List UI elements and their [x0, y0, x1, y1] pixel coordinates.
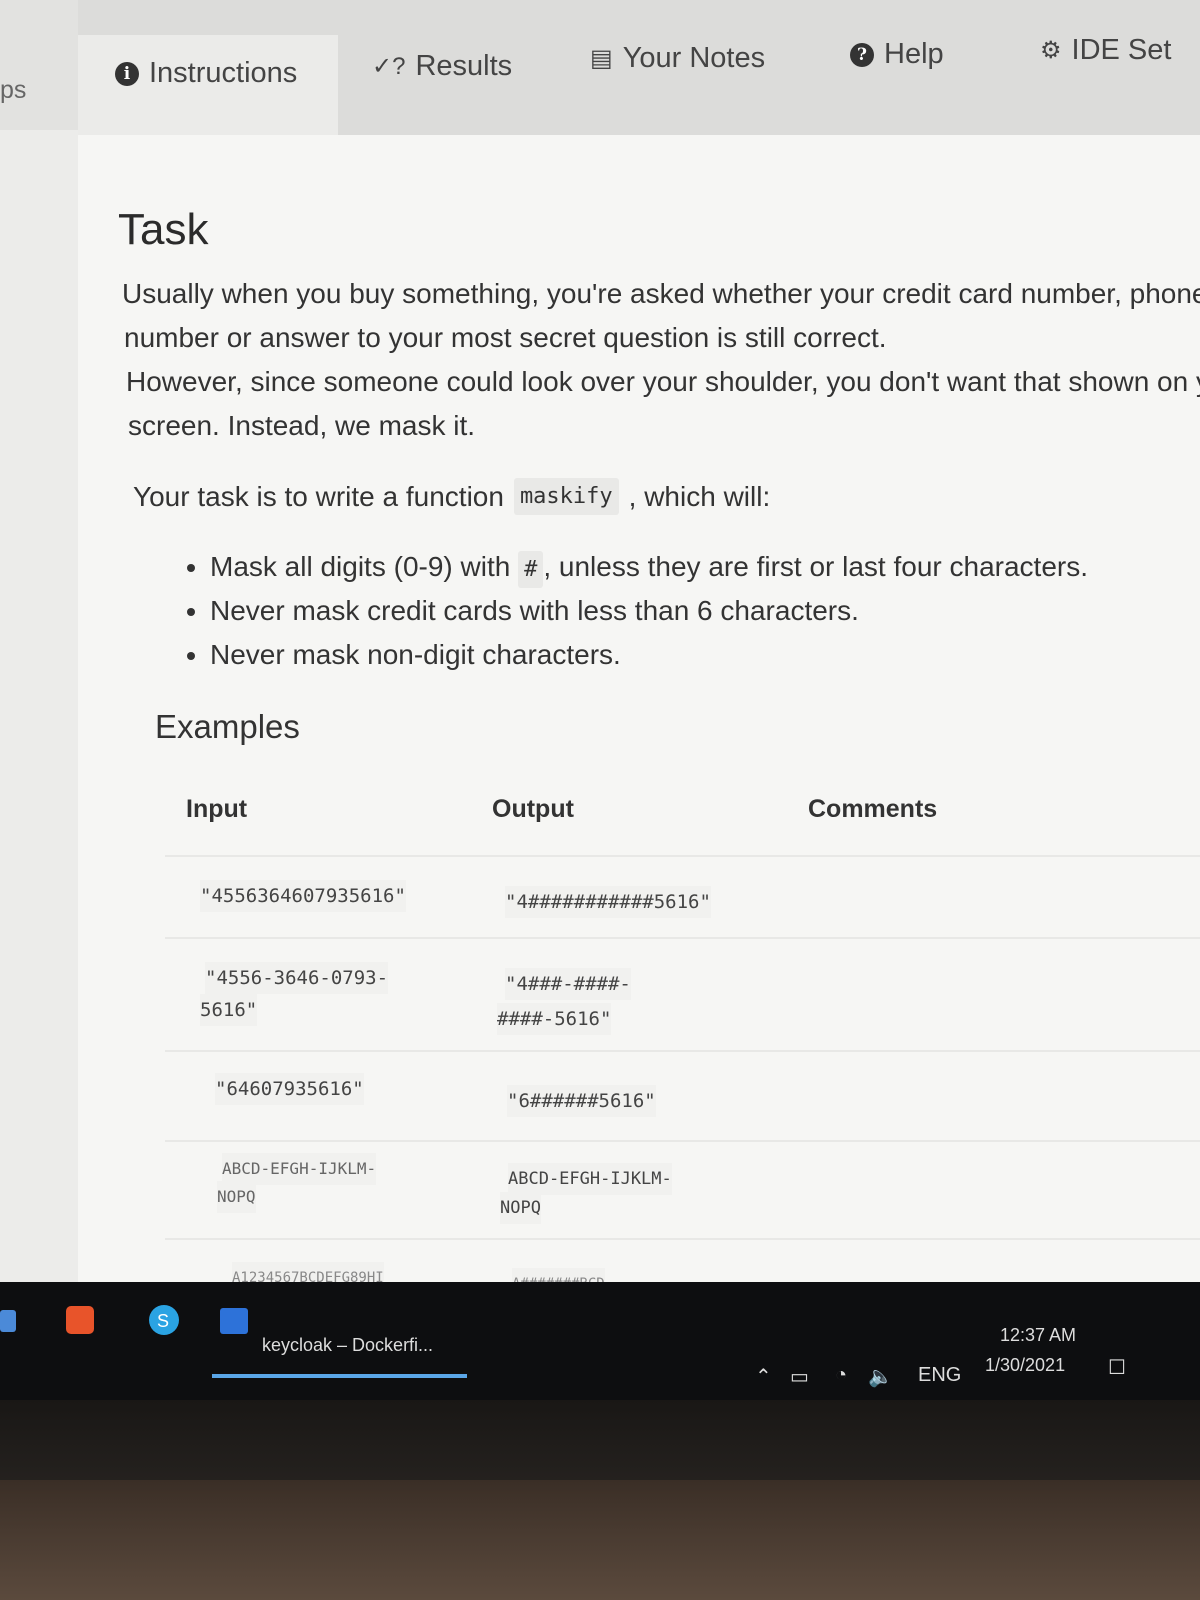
example-output: "4###########5616" — [505, 886, 711, 918]
mask-char-code: # — [518, 551, 544, 588]
list-item: Never mask credit cards with less than 6… — [210, 589, 1088, 633]
screen: ps i Instructions ✓? Results ▤ Your Note… — [0, 0, 1200, 1400]
gear-icon: ⚙ — [1040, 37, 1062, 64]
table-divider — [165, 855, 1200, 857]
intro-line-2: number or answer to your most secret que… — [124, 322, 887, 353]
intro-line-3: However, since someone could look over y… — [126, 366, 1200, 397]
example-input-cont: 5616" — [200, 994, 258, 1026]
example-input: "4556-3646-0793- — [205, 962, 389, 994]
info-icon: i — [115, 61, 139, 86]
tab-ide-settings[interactable]: ⚙ IDE Set — [1040, 34, 1171, 67]
column-header-output: Output — [492, 795, 574, 823]
notification-icon[interactable]: ☐ — [1108, 1355, 1126, 1380]
taskbar-app-keycloak[interactable]: keycloak – Dockerfi... — [262, 1335, 433, 1356]
pinned-app-icon — [0, 1310, 16, 1332]
table-divider — [165, 937, 1200, 939]
tab-results[interactable]: ✓? Results — [372, 50, 512, 83]
rules-list: Mask all digits (0-9) with #, unless the… — [180, 545, 1088, 677]
table-divider — [165, 1050, 1200, 1052]
left-rail: ps — [0, 0, 79, 1300]
column-header-comments: Comments — [808, 795, 938, 823]
volume-icon[interactable]: 🔈 — [868, 1364, 893, 1389]
terminal-app-icon — [220, 1308, 248, 1334]
intro-line-1: Usually when you buy something, you're a… — [122, 278, 1200, 309]
battery-icon[interactable]: ▭ — [790, 1364, 809, 1389]
example-output: ABCD-EFGH-IJKLM- — [508, 1163, 672, 1195]
office-icon — [66, 1306, 94, 1334]
clock-time[interactable]: 12:37 AM — [1000, 1325, 1076, 1346]
column-header-input: Input — [186, 795, 248, 823]
task-statement: Your task is to write a function maskify… — [133, 478, 770, 515]
page-title: Task — [118, 205, 209, 254]
tab-label: Instructions — [149, 57, 298, 89]
example-input-cont: NOPQ — [217, 1181, 256, 1213]
tab-label: Results — [415, 50, 513, 82]
example-input: "4556364607935616" — [200, 880, 406, 912]
tab-label: Your Notes — [622, 42, 766, 74]
language-indicator[interactable]: ENG — [918, 1364, 961, 1387]
check-question-icon: ✓? — [372, 53, 406, 80]
notes-icon: ▤ — [590, 45, 613, 72]
clock-date[interactable]: 1/30/2021 — [985, 1355, 1065, 1376]
tab-label: IDE Set — [1071, 34, 1172, 66]
list-item: Mask all digits (0-9) with #, unless the… — [210, 545, 1088, 589]
help-icon: ? — [850, 42, 874, 67]
example-output: "4###-####- — [505, 968, 631, 1000]
left-partial-label: ps — [0, 76, 27, 104]
active-app-indicator — [212, 1374, 467, 1378]
function-name-code: maskify — [513, 478, 619, 515]
tab-notes[interactable]: ▤ Your Notes — [590, 42, 765, 75]
chevron-up-icon[interactable]: ⌃ — [755, 1364, 772, 1389]
example-input: "64607935616" — [215, 1073, 364, 1105]
tab-instructions[interactable]: i Instructions — [115, 57, 297, 90]
wifi-icon[interactable]: ◔ — [835, 1364, 847, 1387]
example-output: "6######5616" — [507, 1085, 656, 1117]
table-divider — [165, 1140, 1200, 1142]
tab-label: Help — [884, 38, 944, 70]
list-item: Never mask non-digit characters. — [210, 633, 1088, 677]
example-output-cont: NOPQ — [500, 1192, 541, 1224]
tab-help[interactable]: ? Help — [850, 38, 944, 71]
examples-heading: Examples — [155, 708, 300, 745]
example-output-cont: ####-5616" — [497, 1003, 612, 1035]
intro-line-4: screen. Instead, we mask it. — [128, 410, 476, 441]
desk-surface — [0, 1480, 1200, 1600]
svg-text:S: S — [157, 1311, 169, 1331]
table-divider — [165, 1238, 1200, 1240]
